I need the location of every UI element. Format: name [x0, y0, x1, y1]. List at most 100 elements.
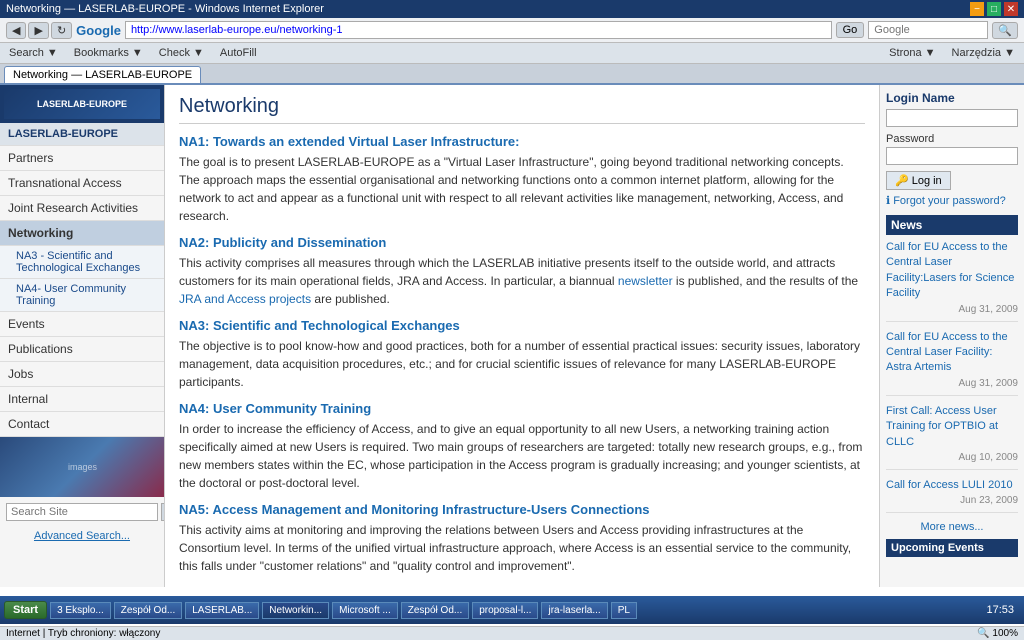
jra-link[interactable]: JRA and Access projects	[179, 292, 311, 306]
section-na5: NA5: Access Management and Monitoring In…	[179, 502, 865, 575]
news-link-2[interactable]: Call for EU Access to the Central Laser …	[886, 330, 1018, 376]
news-link-4[interactable]: Call for Access LULI 2010	[886, 478, 1018, 493]
section-na4: NA4: User Community Training In order to…	[179, 401, 865, 492]
forgot-label: Forgot your password?	[893, 195, 1006, 207]
bookmarks-toolbar[interactable]: Bookmarks ▼	[69, 45, 148, 61]
section-text-na5: This activity aims at monitoring and imp…	[179, 521, 865, 575]
news-header: News	[886, 215, 1018, 235]
news-date-4: Jun 23, 2009	[886, 495, 1018, 506]
sidebar-item-label: Transnational Access	[8, 176, 122, 190]
login-button-label: Log in	[912, 175, 942, 187]
zoom-value: 100%	[992, 628, 1018, 639]
autofill-toolbar[interactable]: AutoFill	[215, 45, 262, 61]
forward-button[interactable]: ▶	[28, 22, 48, 39]
sidebar-item-networking[interactable]: Networking	[0, 221, 164, 246]
refresh-button[interactable]: ↻	[51, 22, 72, 39]
sidebar-sub-na4[interactable]: NA4- User Community Training	[0, 279, 164, 312]
logo-text: LASERLAB-EUROPE	[37, 99, 127, 109]
section-na3: NA3: Scientific and Technological Exchan…	[179, 318, 865, 391]
logo-image: LASERLAB-EUROPE	[4, 89, 160, 119]
strona-toolbar[interactable]: Strona ▼	[884, 45, 940, 61]
sidebar-sub-na3[interactable]: NA3 - Scientific and Technological Excha…	[0, 246, 164, 279]
news-item-1: Call for EU Access to the Central Laser …	[886, 240, 1018, 322]
tab-bar: Networking — LASERLAB-EUROPE	[0, 64, 1024, 85]
taskbar-app-7[interactable]: proposal-l...	[472, 602, 538, 619]
taskbar-app-4[interactable]: Networkin...	[262, 602, 329, 619]
sidebar-item-contact[interactable]: Contact	[0, 412, 164, 437]
taskbar-app-5[interactable]: Microsoft ...	[332, 602, 398, 619]
zoom-icon: 🔍	[977, 628, 989, 639]
sidebar-item-publications[interactable]: Publications	[0, 337, 164, 362]
key-icon: 🔑	[895, 174, 909, 187]
more-news-link[interactable]: More news...	[886, 521, 1018, 533]
sidebar-item-partners[interactable]: Partners	[0, 146, 164, 171]
news-link-1[interactable]: Call for EU Access to the Central Laser …	[886, 240, 1018, 302]
back-button[interactable]: ◀	[6, 22, 26, 39]
sidebar-item-label: Internal	[8, 392, 48, 406]
news-link-3[interactable]: First Call: Access User Training for OPT…	[886, 404, 1018, 450]
sidebar-item-events[interactable]: Events	[0, 312, 164, 337]
search-input[interactable]	[868, 21, 988, 39]
active-tab[interactable]: Networking — LASERLAB-EUROPE	[4, 66, 201, 83]
news-date-2: Aug 31, 2009	[886, 378, 1018, 389]
sidebar: LASERLAB-EUROPE LASERLAB-EUROPE Partners…	[0, 85, 165, 587]
sidebar-nav: LASERLAB-EUROPE Partners Transnational A…	[0, 123, 164, 437]
taskbar-app-1[interactable]: 3 Eksplo...	[50, 602, 111, 619]
sidebar-item-jra[interactable]: Joint Research Activities	[0, 196, 164, 221]
advanced-search-link[interactable]: Advanced Search...	[0, 527, 164, 545]
sidebar-search: Search	[0, 497, 164, 527]
narzedzia-label: Narzędzia ▼	[952, 47, 1015, 59]
upcoming-events-header: Upcoming Events	[886, 539, 1018, 557]
go-button[interactable]: Go	[836, 22, 865, 38]
sidebar-item-internal[interactable]: Internal	[0, 387, 164, 412]
section-na1: NA1: Towards an extended Virtual Laser I…	[179, 134, 865, 225]
site-search-input[interactable]	[6, 503, 158, 521]
check-toolbar[interactable]: Check ▼	[154, 45, 209, 61]
login-box: Login Name Password 🔑 Log in ℹ Forgot yo…	[886, 91, 1018, 207]
taskbar-app-3[interactable]: LASERLAB...	[185, 602, 259, 619]
sidebar-item-label: Publications	[8, 342, 73, 356]
section-text-na1: The goal is to present LASERLAB-EUROPE a…	[179, 153, 865, 225]
taskbar-clock: 17:53	[980, 604, 1020, 616]
search-label: Search ▼	[9, 47, 58, 59]
check-label: Check ▼	[159, 47, 204, 59]
taskbar-app-2[interactable]: Zespół Od...	[114, 602, 182, 619]
login-name-input[interactable]	[886, 109, 1018, 127]
sidebar-item-laserlab[interactable]: LASERLAB-EUROPE	[0, 123, 164, 146]
login-button[interactable]: 🔑 Log in	[886, 171, 951, 190]
password-input[interactable]	[886, 147, 1018, 165]
section-na2: NA2: Publicity and Dissemination This ac…	[179, 235, 865, 308]
sidebar-item-label: Joint Research Activities	[8, 201, 138, 215]
sidebar-item-transnational[interactable]: Transnational Access	[0, 171, 164, 196]
minimize-button[interactable]: −	[970, 2, 984, 16]
news-date-3: Aug 10, 2009	[886, 452, 1018, 463]
narzedzia-toolbar[interactable]: Narzędzia ▼	[947, 45, 1020, 61]
nav-buttons: ◀ ▶ ↻	[6, 22, 72, 39]
search-toolbar[interactable]: Search ▼	[4, 45, 63, 61]
search-button[interactable]: 🔍	[992, 22, 1018, 39]
url-input[interactable]	[125, 21, 832, 39]
forgot-password-link[interactable]: ℹ Forgot your password?	[886, 194, 1018, 207]
sidebar-sub-label: NA3 - Scientific and Technological Excha…	[16, 250, 140, 274]
login-title: Login Name	[886, 91, 1018, 105]
news-date-1: Aug 31, 2009	[886, 304, 1018, 315]
page-wrapper: LASERLAB-EUROPE LASERLAB-EUROPE Partners…	[0, 85, 1024, 587]
close-button[interactable]: ✕	[1004, 2, 1018, 16]
section-title-na5: NA5: Access Management and Monitoring In…	[179, 502, 865, 517]
taskbar-app-6[interactable]: Zespół Od...	[401, 602, 469, 619]
info-icon: ℹ	[886, 194, 890, 207]
news-section: News Call for EU Access to the Central L…	[886, 215, 1018, 557]
section-text-na2: This activity comprises all measures thr…	[179, 254, 865, 308]
sidebar-image: images	[0, 437, 165, 497]
right-panel: Login Name Password 🔑 Log in ℹ Forgot yo…	[879, 85, 1024, 587]
sidebar-item-label: LASERLAB-EUROPE	[8, 128, 118, 140]
taskbar-app-8[interactable]: jra-laserla...	[541, 602, 607, 619]
sidebar-sub-label: NA4- User Community Training	[16, 283, 126, 307]
maximize-button[interactable]: □	[987, 2, 1001, 16]
section-title-na1: NA1: Towards an extended Virtual Laser I…	[179, 134, 865, 149]
taskbar-app-lang[interactable]: PL	[611, 602, 637, 619]
start-button[interactable]: Start	[4, 601, 47, 619]
sidebar-item-jobs[interactable]: Jobs	[0, 362, 164, 387]
newsletter-link[interactable]: newsletter	[618, 274, 673, 288]
news-item-2: Call for EU Access to the Central Laser …	[886, 330, 1018, 396]
